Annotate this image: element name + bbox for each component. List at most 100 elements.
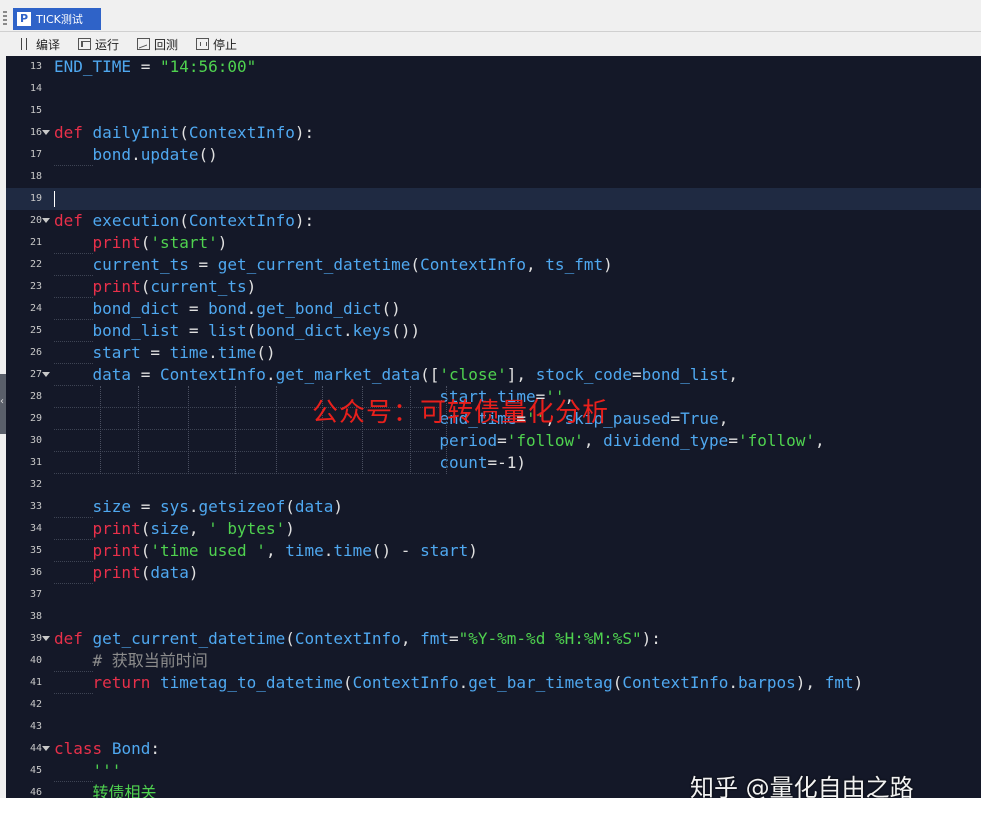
code-text: END_TIME = "14:56:00" <box>54 57 257 76</box>
code-line[interactable]: 41 return timetag_to_datetime(ContextInf… <box>6 672 981 694</box>
code-line[interactable]: 34 print(size, ' bytes') <box>6 518 981 540</box>
code-line[interactable]: 43 <box>6 716 981 738</box>
stop-button[interactable]: 停止 <box>196 36 237 53</box>
code-text: # 获取当前时间 <box>92 651 208 670</box>
code-text: print('start') <box>92 233 228 252</box>
line-number: 20 <box>29 215 42 226</box>
indent-guide <box>100 386 101 474</box>
fold-toggle-icon[interactable] <box>42 636 50 641</box>
line-number: 29 <box>29 413 42 424</box>
indent-guide <box>276 386 277 474</box>
line-number: 35 <box>29 545 42 556</box>
backtest-label: 回测 <box>154 37 179 52</box>
code-text: print(size, ' bytes') <box>92 519 295 538</box>
code-text: def get_current_datetime(ContextInfo, fm… <box>54 629 661 648</box>
code-text: start = time.time() <box>92 343 276 362</box>
code-line[interactable]: 26 start = time.time() <box>6 342 981 364</box>
stop-icon <box>196 38 210 50</box>
line-number: 42 <box>29 699 42 710</box>
compile-button[interactable]: 编译 <box>19 36 60 53</box>
tab-label: TICK测试 <box>36 13 83 26</box>
fold-toggle-icon[interactable] <box>42 746 50 751</box>
code-line[interactable]: 22 current_ts = get_current_datetime(Con… <box>6 254 981 276</box>
line-number: 31 <box>29 457 42 468</box>
line-number: 32 <box>29 479 42 490</box>
code-line[interactable]: 17 bond.update() <box>6 144 981 166</box>
watermark-text: 公众号：可转债量化分析 <box>312 398 610 428</box>
line-number: 26 <box>29 347 42 358</box>
code-line[interactable]: 14 <box>6 78 981 100</box>
code-text: print('time used ', time.time() - start) <box>92 541 478 560</box>
code-line[interactable]: 32 <box>6 474 981 496</box>
line-number: 33 <box>29 501 42 512</box>
code-line[interactable]: 20 def execution(ContextInfo): <box>6 210 981 232</box>
code-line[interactable]: 35 print('time used ', time.time() - sta… <box>6 540 981 562</box>
line-number: 24 <box>29 303 42 314</box>
line-number: 30 <box>29 435 42 446</box>
line-number: 28 <box>29 391 42 402</box>
code-line[interactable]: 16 def dailyInit(ContextInfo): <box>6 122 981 144</box>
fold-toggle-icon[interactable] <box>42 218 50 223</box>
code-line[interactable]: 19 <box>6 188 981 210</box>
code-text: class Bond: <box>54 739 160 758</box>
code-line[interactable]: 42 <box>6 694 981 716</box>
run-button[interactable]: 运行 <box>78 36 119 53</box>
line-number: 36 <box>29 567 42 578</box>
line-number: 16 <box>29 127 42 138</box>
code-line[interactable]: 36 print(data) <box>6 562 981 584</box>
code-line[interactable]: 40 # 获取当前时间 <box>6 650 981 672</box>
compile-icon <box>19 38 32 50</box>
line-number: 13 <box>29 61 42 72</box>
grip-handle-icon[interactable] <box>3 11 7 27</box>
code-line[interactable]: 33 size = sys.getsizeof(data) <box>6 496 981 518</box>
code-line[interactable]: 39 def get_current_datetime(ContextInfo, … <box>6 628 981 650</box>
code-text: period='follow', dividend_type='follow', <box>439 431 825 450</box>
code-line[interactable]: 38 <box>6 606 981 628</box>
backtest-chart-icon <box>137 38 151 50</box>
code-line[interactable]: 27 data = ContextInfo.get_market_data(['… <box>6 364 981 386</box>
code-line[interactable]: 30 period='follow', dividend_type='follo… <box>6 430 981 452</box>
code-text: count=-1) <box>439 453 527 472</box>
code-line[interactable]: 18 <box>6 166 981 188</box>
code-line[interactable]: 23 print(current_ts) <box>6 276 981 298</box>
compile-label: 编译 <box>36 37 61 52</box>
tab-bar: P TICK测试 <box>0 7 981 32</box>
line-number: 14 <box>29 83 42 94</box>
line-number: 44 <box>29 743 42 754</box>
run-chart-icon <box>78 38 92 50</box>
tab-tick-test[interactable]: P TICK测试 <box>13 8 101 30</box>
line-number: 17 <box>29 149 42 160</box>
line-number: 38 <box>29 611 42 622</box>
backtest-button[interactable]: 回测 <box>137 36 178 53</box>
code-line[interactable]: 37 <box>6 584 981 606</box>
indent-guide <box>138 386 139 474</box>
code-text: print(current_ts) <box>92 277 257 296</box>
fold-toggle-icon[interactable] <box>42 372 50 377</box>
run-label: 运行 <box>95 37 120 52</box>
line-number: 18 <box>29 171 42 182</box>
code-line[interactable]: 15 <box>6 100 981 122</box>
fold-toggle-icon[interactable] <box>42 130 50 135</box>
code-line[interactable]: 13 END_TIME = "14:56:00" <box>6 56 981 78</box>
code-line[interactable]: 25 bond_list = list(bond_dict.keys()) <box>6 320 981 342</box>
line-number: 23 <box>29 281 42 292</box>
text-cursor <box>54 191 55 207</box>
bottom-strip <box>0 798 981 829</box>
code-text: 转债相关 <box>92 783 157 798</box>
line-number: 34 <box>29 523 42 534</box>
code-line[interactable]: 44 class Bond: <box>6 738 981 760</box>
line-number: 22 <box>29 259 42 270</box>
stop-label: 停止 <box>213 37 238 52</box>
indent-guide <box>188 386 189 474</box>
line-number: 45 <box>29 765 42 776</box>
code-text: bond.update() <box>92 145 218 164</box>
code-line[interactable]: 21 print('start') <box>6 232 981 254</box>
line-number: 41 <box>29 677 42 688</box>
line-number: 46 <box>29 787 42 798</box>
code-text: size = sys.getsizeof(data) <box>92 497 344 516</box>
code-text: bond_list = list(bond_dict.keys()) <box>92 321 421 340</box>
code-line[interactable]: 31 count=-1) <box>6 452 981 474</box>
code-text: bond_dict = bond.get_bond_dict() <box>92 299 401 318</box>
code-line[interactable]: 24 bond_dict = bond.get_bond_dict() <box>6 298 981 320</box>
line-number: 15 <box>29 105 42 116</box>
